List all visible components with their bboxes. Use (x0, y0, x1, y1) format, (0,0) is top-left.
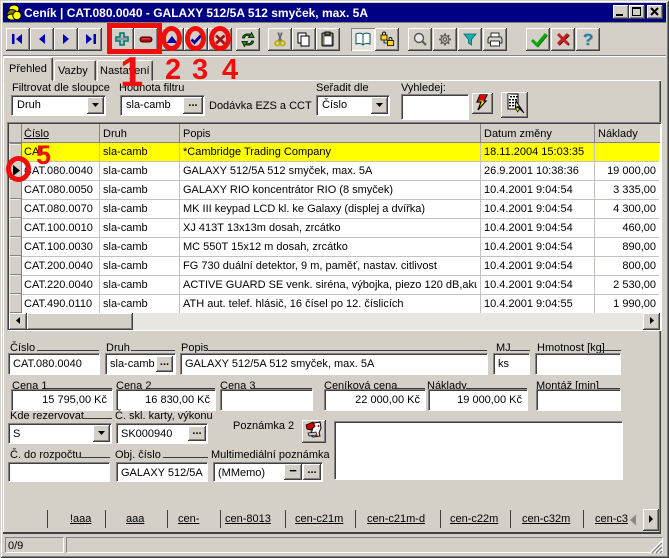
svg-text:?: ? (583, 31, 593, 48)
